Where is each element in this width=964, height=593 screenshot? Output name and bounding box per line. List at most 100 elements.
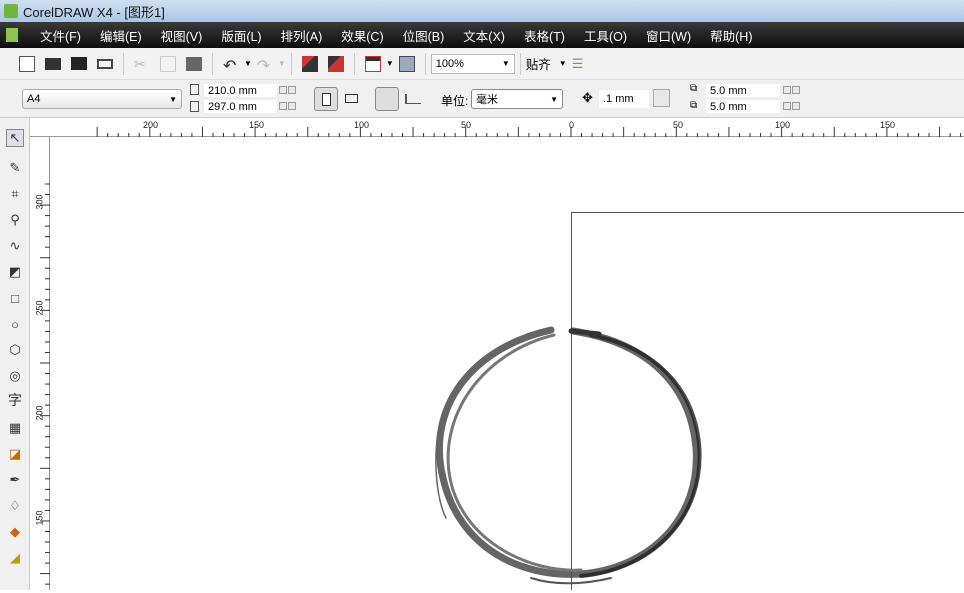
duplicate-y-icon: ⧉	[690, 100, 697, 111]
page-size-value: A4	[27, 93, 40, 105]
nudge-offset-input[interactable]: .1 mm	[598, 89, 650, 109]
duplicate-y-value: 5.0 mm	[710, 101, 747, 113]
menu-tools[interactable]: 工具(O)	[584, 26, 627, 45]
dup-y-spin-down[interactable]	[783, 102, 791, 110]
horizontal-ruler[interactable]: 200 150 100 50 0 50 100 150	[30, 118, 964, 137]
all-pages-button[interactable]	[375, 87, 399, 111]
undo-icon[interactable]: ↶	[223, 56, 239, 72]
table-tool-icon[interactable]: ▦	[6, 419, 24, 437]
portrait-button[interactable]	[314, 87, 338, 111]
fill-tool-icon[interactable]: ◆	[6, 523, 24, 541]
divider	[291, 53, 292, 75]
menu-window[interactable]: 窗口(W)	[646, 26, 691, 45]
page-height-value: 297.0 mm	[208, 101, 257, 113]
print-icon[interactable]	[97, 59, 113, 69]
new-icon[interactable]	[19, 56, 35, 72]
menu-arrange[interactable]: 排列(A)	[281, 26, 323, 45]
welcome-screen-icon[interactable]	[399, 56, 415, 72]
unit-select[interactable]: 毫米 ▼	[471, 89, 563, 109]
menu-help[interactable]: 帮助(H)	[710, 26, 752, 45]
paste-icon[interactable]	[186, 57, 202, 71]
drawing-canvas[interactable]	[51, 138, 964, 590]
crop-tool-icon[interactable]: ⌗	[6, 185, 24, 203]
chevron-down-icon: ▼	[502, 59, 510, 68]
divider	[354, 53, 355, 75]
outline-pen-icon[interactable]: ♢	[6, 497, 24, 515]
duplicate-y-input[interactable]: 5.0 mm	[705, 99, 781, 114]
width-spin-down[interactable]	[279, 86, 287, 94]
ruler-label: 200	[143, 120, 158, 130]
undo-dropdown-icon[interactable]: ▼	[244, 59, 252, 68]
menu-effects[interactable]: 效果(C)	[341, 26, 383, 45]
options-icon[interactable]: ☰	[572, 56, 588, 72]
menu-layout[interactable]: 版面(L)	[221, 26, 261, 45]
dup-x-spin-down[interactable]	[783, 86, 791, 94]
page-height-icon	[190, 101, 199, 112]
nudge-spinner[interactable]	[653, 89, 670, 107]
freehand-tool-icon[interactable]: ∿	[6, 237, 24, 255]
divider	[212, 53, 213, 75]
coreldraw-logo-icon	[4, 4, 18, 18]
redo-icon[interactable]: ↷	[257, 56, 273, 72]
zoom-level-select[interactable]: 100%▼	[431, 54, 515, 74]
ruler-label: 150	[880, 120, 895, 130]
menu-bar: 文件(F) 编辑(E) 视图(V) 版面(L) 排列(A) 效果(C) 位图(B…	[0, 22, 964, 48]
ruler-label: 150	[35, 510, 45, 525]
title-bar: CorelDRAW X4 - [图形1]	[0, 0, 964, 22]
polygon-tool-icon[interactable]: ⬡	[6, 341, 24, 359]
import-icon[interactable]	[302, 56, 318, 72]
menu-text[interactable]: 文本(X)	[463, 26, 505, 45]
page-width-input[interactable]: 210.0 mm	[203, 83, 278, 98]
basic-shapes-icon[interactable]: ◎	[6, 367, 24, 385]
app-menu-icon[interactable]	[6, 28, 18, 42]
menu-bitmaps[interactable]: 位图(B)	[403, 26, 445, 45]
snap-dropdown-icon[interactable]: ▼	[559, 59, 567, 68]
portrait-icon	[322, 93, 331, 106]
width-spin-up[interactable]	[288, 86, 296, 94]
menu-table[interactable]: 表格(T)	[524, 26, 565, 45]
menu-edit[interactable]: 编辑(E)	[100, 26, 142, 45]
menu-file[interactable]: 文件(F)	[40, 26, 81, 45]
page-height-input[interactable]: 297.0 mm	[203, 99, 278, 114]
divider	[123, 53, 124, 75]
cut-icon[interactable]: ✂	[134, 56, 150, 72]
export-icon[interactable]	[328, 56, 344, 72]
ruler-label: 50	[461, 120, 471, 130]
eyedropper-icon[interactable]: ✒	[6, 471, 24, 489]
vertical-ruler[interactable]: 300 250 200 150	[30, 137, 50, 590]
pick-tool-icon[interactable]: ↖	[6, 129, 24, 147]
ruler-ticks	[30, 118, 964, 137]
publish-pdf-icon[interactable]	[365, 56, 381, 72]
ink-brush-circle	[436, 330, 700, 583]
snap-to-button[interactable]: 贴齐	[526, 54, 551, 73]
copy-icon[interactable]	[160, 56, 176, 72]
menu-view[interactable]: 视图(V)	[161, 26, 203, 45]
height-spin-up[interactable]	[288, 102, 296, 110]
drawing-area	[51, 138, 964, 590]
duplicate-x-value: 5.0 mm	[710, 85, 747, 97]
interactive-fill-icon[interactable]: ◢	[6, 549, 24, 567]
smart-fill-icon[interactable]: ◩	[6, 263, 24, 281]
text-tool-icon[interactable]: 字	[6, 391, 24, 409]
page-size-select[interactable]: A4 ▼	[22, 89, 182, 109]
publish-dropdown-icon[interactable]: ▼	[386, 59, 394, 68]
current-page-icon[interactable]	[405, 94, 421, 104]
ruler-label: 250	[35, 300, 45, 315]
standard-toolbar: ✂ ↶ ▼ ↷ ▼ ▼ 100%▼ 贴齐 ▼ ☰	[0, 48, 964, 80]
rectangle-tool-icon[interactable]: □	[6, 289, 24, 307]
interactive-blend-icon[interactable]: ◪	[6, 445, 24, 463]
redo-dropdown-icon[interactable]: ▼	[278, 59, 286, 68]
property-bar: A4 ▼ 210.0 mm 297.0 mm 单位: 毫米 ▼ ✥ .1 mm …	[0, 80, 964, 118]
save-icon[interactable]	[71, 57, 87, 70]
landscape-icon[interactable]	[345, 94, 358, 103]
height-spin-down[interactable]	[279, 102, 287, 110]
zoom-tool-icon[interactable]: ⚲	[6, 211, 24, 229]
ruler-label: 150	[249, 120, 264, 130]
dup-y-spin-up[interactable]	[792, 102, 800, 110]
divider	[520, 53, 521, 75]
duplicate-x-input[interactable]: 5.0 mm	[705, 83, 781, 98]
dup-x-spin-up[interactable]	[792, 86, 800, 94]
open-icon[interactable]	[45, 58, 61, 70]
shape-tool-icon[interactable]: ✎	[6, 159, 24, 177]
ellipse-tool-icon[interactable]: ○	[6, 315, 24, 333]
